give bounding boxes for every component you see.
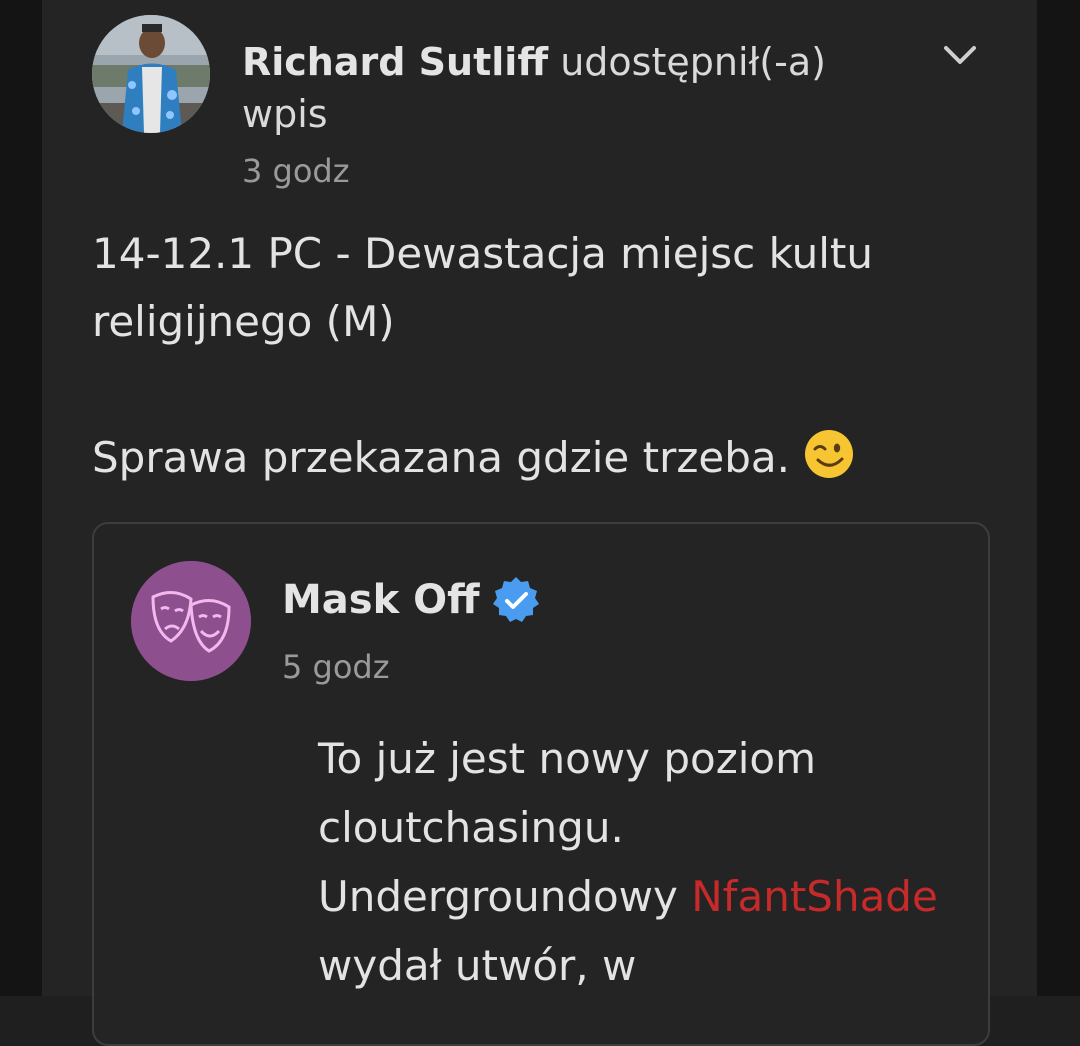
shared-author-row: Mask Off	[282, 574, 542, 626]
post-text-line: 14-12.1 PC - Dewastacja miejsc kultu rel…	[92, 229, 873, 346]
shared-timestamp[interactable]: 5 godz	[282, 648, 390, 686]
theater-masks-icon	[131, 561, 251, 681]
winking-face-icon	[803, 428, 855, 480]
post-text-line: Sprawa przekazana gdzie trzeba.	[92, 424, 992, 492]
post-header: Richard Sutliff udostępnił(-a) wpis	[242, 36, 882, 140]
post-text: 14-12.1 PC - Dewastacja miejsc kultu rel…	[92, 220, 992, 492]
shared-author-name[interactable]: Mask Off	[282, 576, 480, 624]
left-gutter	[0, 0, 42, 996]
feed-post: Richard Sutliff udostępnił(-a) wpis 3 go…	[42, 0, 1037, 1046]
shared-author-avatar[interactable]	[131, 561, 251, 681]
post-timestamp[interactable]: 3 godz	[242, 152, 350, 190]
shared-text: wydał utwór, w	[318, 941, 637, 990]
author-avatar[interactable]	[92, 15, 210, 133]
post-text-line: Sprawa przekazana gdzie trzeba.	[92, 433, 790, 482]
verified-badge-icon	[490, 574, 542, 626]
share-action-label: udostępnił(-a)	[560, 40, 826, 84]
author-name[interactable]: Richard Sutliff	[242, 40, 548, 84]
shared-post-text: To już jest nowy poziom cloutchasingu. U…	[318, 724, 958, 1000]
author-photo	[92, 15, 210, 133]
right-gutter	[1037, 0, 1080, 996]
shared-post-card[interactable]: Mask Off 5 godz To już jest nowy poziom …	[92, 522, 990, 1046]
mention-link[interactable]: NfantShade	[691, 872, 938, 921]
chevron-down-icon[interactable]	[940, 35, 980, 75]
share-object-label[interactable]: wpis	[242, 92, 328, 136]
